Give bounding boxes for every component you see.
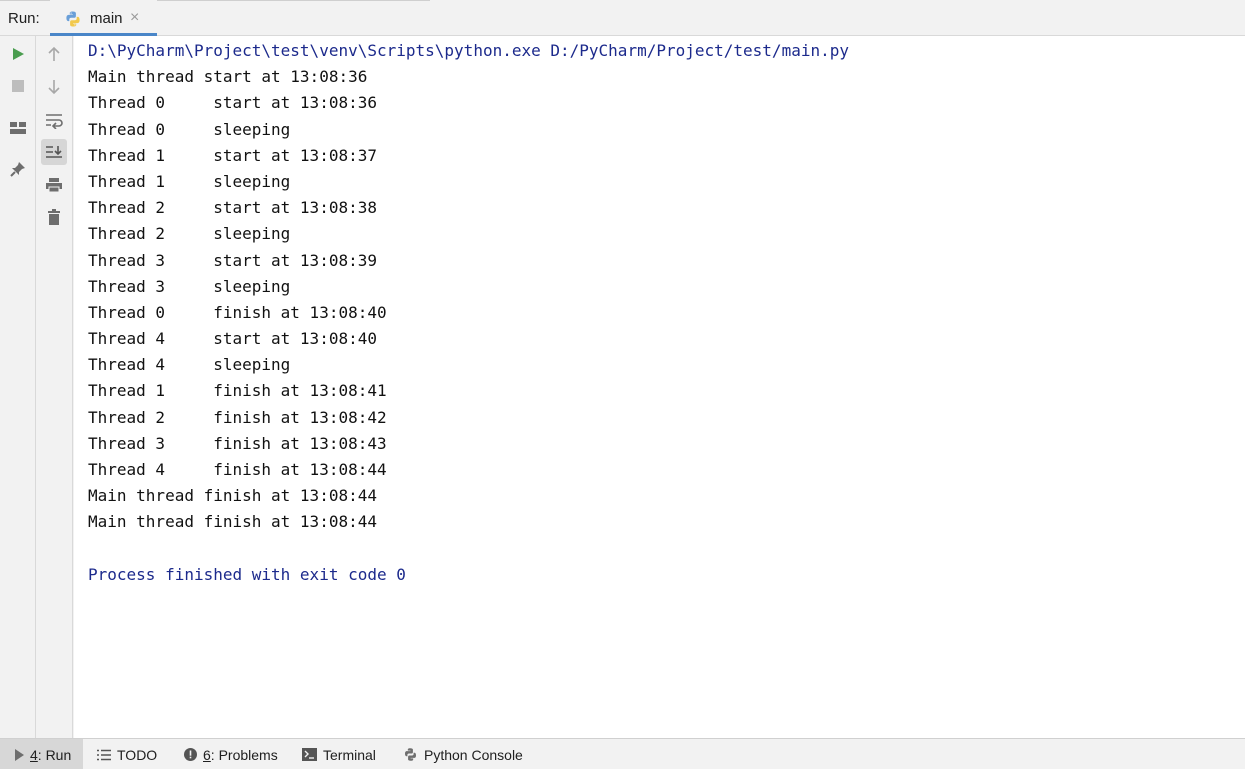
tab-todo-label: TODO — [117, 746, 158, 763]
run-controls-toolbar — [0, 36, 36, 738]
soft-wrap-button[interactable] — [41, 108, 67, 134]
console-output-line: Main thread finish at 13:08:44 — [88, 512, 377, 532]
run-tool-header: Run: main × — [0, 0, 1245, 36]
tab-main-label: main — [90, 10, 123, 27]
console-output-line: Thread 0 sleeping — [88, 119, 291, 139]
layout-icon — [10, 122, 26, 134]
tab-main[interactable]: main × — [50, 0, 157, 36]
console-output-line: Thread 2 sleeping — [88, 224, 291, 244]
list-icon — [97, 749, 111, 760]
tab-run[interactable]: 4: Run — [0, 739, 83, 769]
console-output-line: Thread 1 sleeping — [88, 171, 291, 191]
clear-all-button[interactable] — [41, 204, 67, 230]
tab-problems-label: 6: Problems — [203, 746, 278, 763]
run-icon — [13, 48, 24, 60]
restore-layout-button[interactable] — [5, 115, 31, 141]
console-output-line: Thread 4 finish at 13:08:44 — [88, 460, 387, 479]
warning-circle-icon — [184, 748, 197, 761]
tab-python-console[interactable]: Python Console — [403, 739, 523, 769]
python-console-icon — [405, 748, 416, 761]
scroll-down-button[interactable] — [41, 74, 67, 100]
tab-terminal-label: Terminal — [323, 746, 376, 763]
run-label: Run: — [8, 10, 40, 27]
run-icon — [15, 748, 24, 761]
tab-python-console-label: Python Console — [424, 746, 523, 763]
tool-window-bar: 4: Run TODO 6: Problems Terminal Python … — [0, 738, 1245, 769]
console-output-line: Thread 4 start at 13:08:40 — [88, 329, 377, 349]
console-output-line: Thread 0 finish at 13:08:40 — [88, 302, 387, 322]
scroll-up-icon — [48, 46, 60, 61]
scroll-to-end-button[interactable] — [41, 139, 67, 165]
console-output-line: Main thread finish at 13:08:44 — [88, 486, 377, 506]
print-button[interactable] — [41, 172, 67, 198]
console-output-line: Thread 2 finish at 13:08:42 — [88, 407, 387, 427]
console-output-line: Thread 0 start at 13:08:36 — [88, 93, 377, 113]
stop-button[interactable] — [5, 73, 31, 99]
print-icon — [46, 178, 62, 193]
pycharm-run-window: Run: main × D:\PyCharm\Project\test\venv… — [0, 0, 1245, 769]
close-icon[interactable]: × — [130, 9, 139, 27]
scroll-up-button[interactable] — [41, 41, 67, 67]
rerun-button[interactable] — [5, 41, 31, 67]
tab-run-label: 4: Run — [30, 746, 72, 763]
soft-wrap-icon — [46, 114, 63, 129]
trash-icon — [48, 209, 60, 225]
tab-todo[interactable]: TODO — [97, 739, 157, 769]
scroll-down-icon — [48, 80, 60, 95]
pin-icon — [10, 162, 25, 177]
console-output-line: Main thread start at 13:08:36 — [88, 67, 368, 87]
console-output-line: Thread 1 start at 13:08:37 — [88, 145, 377, 165]
console-output-line: Thread 3 finish at 13:08:43 — [88, 433, 387, 453]
console-output-line: Thread 4 sleeping — [88, 355, 291, 375]
scroll-to-end-icon — [46, 146, 62, 158]
terminal-icon — [302, 748, 317, 761]
console-output-line: Thread 3 start at 13:08:39 — [88, 250, 377, 270]
stop-icon — [12, 80, 24, 92]
pin-tab-button[interactable] — [5, 156, 31, 182]
console-output-line: Thread 3 sleeping — [88, 276, 291, 296]
python-file-icon — [66, 11, 80, 27]
console-lines: D:\PyCharm\Project\test\venv\Scripts\pyt… — [88, 38, 849, 588]
console-output-line: Thread 1 finish at 13:08:41 — [88, 381, 387, 401]
tab-problems[interactable]: 6: Problems — [184, 739, 278, 769]
tab-terminal[interactable]: Terminal — [302, 739, 376, 769]
console-output-line: Thread 2 start at 13:08:38 — [88, 198, 377, 218]
console-actions-toolbar — [36, 36, 73, 738]
console-system-line: D:\PyCharm\Project\test\venv\Scripts\pyt… — [88, 41, 849, 60]
console-system-line: Process finished with exit code 0 — [88, 564, 406, 584]
console-output[interactable]: D:\PyCharm\Project\test\venv\Scripts\pyt… — [74, 36, 1245, 738]
